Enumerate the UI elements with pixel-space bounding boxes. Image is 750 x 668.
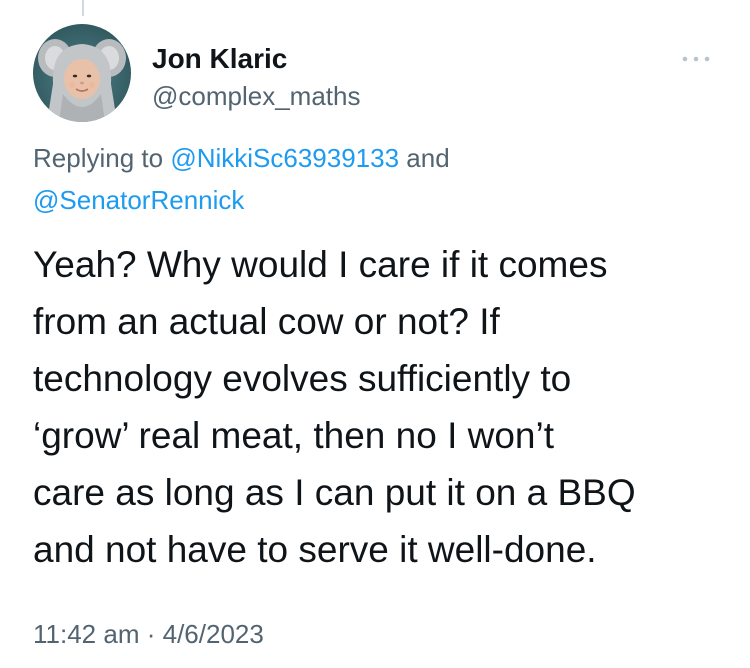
replying-to-label: Replying to xyxy=(33,143,164,173)
tweet-time[interactable]: 11:42 am xyxy=(33,619,139,649)
thread-connector-line xyxy=(82,0,84,16)
tweet-date[interactable]: 4/6/2023 xyxy=(163,619,264,649)
author-name[interactable]: Jon Klaric xyxy=(152,42,287,76)
replying-to-line: Replying to @NikkiSc63939133 and xyxy=(33,142,450,174)
replying-to-joiner: and xyxy=(406,143,450,173)
tweet-text-line: ‘grow’ real meat, then no I won’t xyxy=(33,415,554,456)
mention-link-1[interactable]: @NikkiSc63939133 xyxy=(170,143,399,173)
tweet-text: Yeah? Why would I care if it comes from … xyxy=(33,236,733,578)
avatar[interactable] xyxy=(33,24,131,122)
tweet-text-line: care as long as I can put it on a BBQ xyxy=(33,472,636,513)
author-handle[interactable]: @complex_maths xyxy=(152,80,360,112)
replying-to-line-2: @SenatorRennick xyxy=(33,184,244,216)
tweet-text-line: Yeah? Why would I care if it comes xyxy=(33,244,608,285)
tweet-timestamp[interactable]: 11:42 am · 4/6/2023 xyxy=(33,618,264,650)
timestamp-separator: · xyxy=(146,619,156,649)
tweet-text-line: technology evolves sufficiently to xyxy=(33,358,572,399)
avatar-image xyxy=(33,24,131,122)
more-horizontal-icon xyxy=(682,56,710,62)
tweet-text-line: and not have to serve it well-done. xyxy=(33,529,597,570)
more-options-button[interactable] xyxy=(676,48,716,70)
mention-link-2[interactable]: @SenatorRennick xyxy=(33,185,244,215)
tweet-text-line: from an actual cow or not? If xyxy=(33,301,500,342)
